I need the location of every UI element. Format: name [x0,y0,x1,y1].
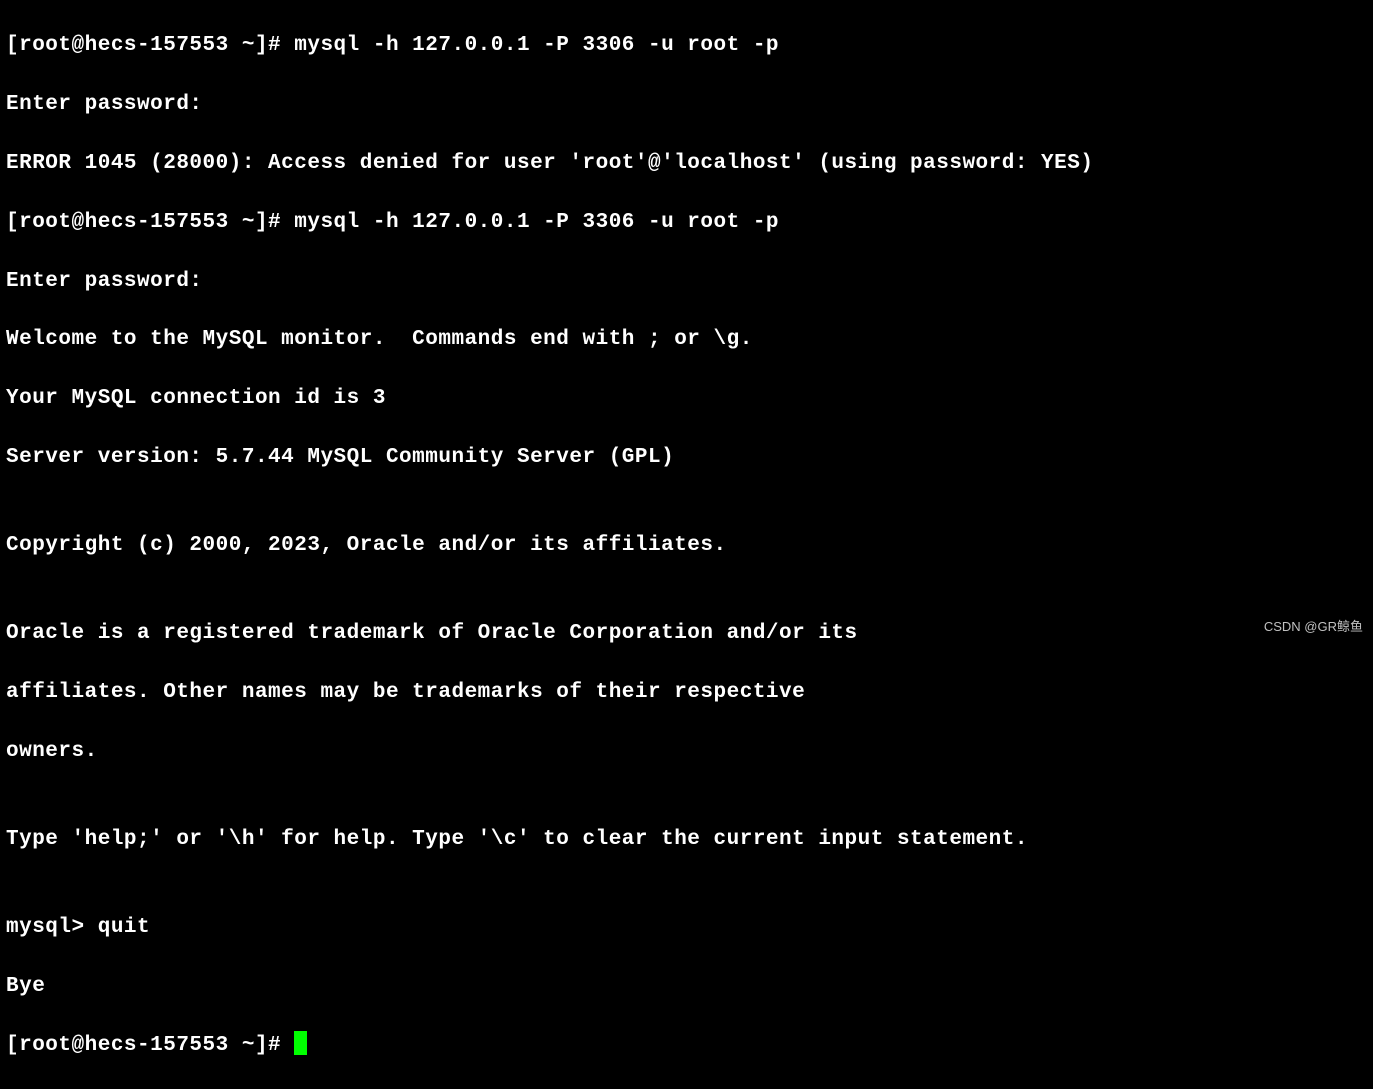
terminal-line: Enter password: [6,90,1367,119]
terminal-line: Copyright (c) 2000, 2023, Oracle and/or … [6,531,1367,560]
terminal-line: [root@hecs-157553 ~]# mysql -h 127.0.0.1… [6,208,1367,237]
cursor[interactable] [294,1031,307,1055]
terminal-output[interactable]: [root@hecs-157553 ~]# mysql -h 127.0.0.1… [6,2,1367,1089]
shell-prompt: [root@hecs-157553 ~]# [6,1034,294,1057]
terminal-line: owners. [6,737,1367,766]
terminal-line: Server version: 5.7.44 MySQL Community S… [6,443,1367,472]
watermark: CSDN @GR鲸鱼 [1264,618,1363,636]
terminal-line: Oracle is a registered trademark of Orac… [6,619,1367,648]
terminal-line: Type 'help;' or '\h' for help. Type '\c'… [6,825,1367,854]
terminal-line: Welcome to the MySQL monitor. Commands e… [6,325,1367,354]
terminal-line: Bye [6,972,1367,1001]
terminal-prompt-line: [root@hecs-157553 ~]# [6,1031,1367,1060]
terminal-line: mysql> quit [6,913,1367,942]
terminal-line: Your MySQL connection id is 3 [6,384,1367,413]
terminal-line: affiliates. Other names may be trademark… [6,678,1367,707]
terminal-line: Enter password: [6,267,1367,296]
terminal-line: [root@hecs-157553 ~]# mysql -h 127.0.0.1… [6,31,1367,60]
terminal-line: ERROR 1045 (28000): Access denied for us… [6,149,1367,178]
